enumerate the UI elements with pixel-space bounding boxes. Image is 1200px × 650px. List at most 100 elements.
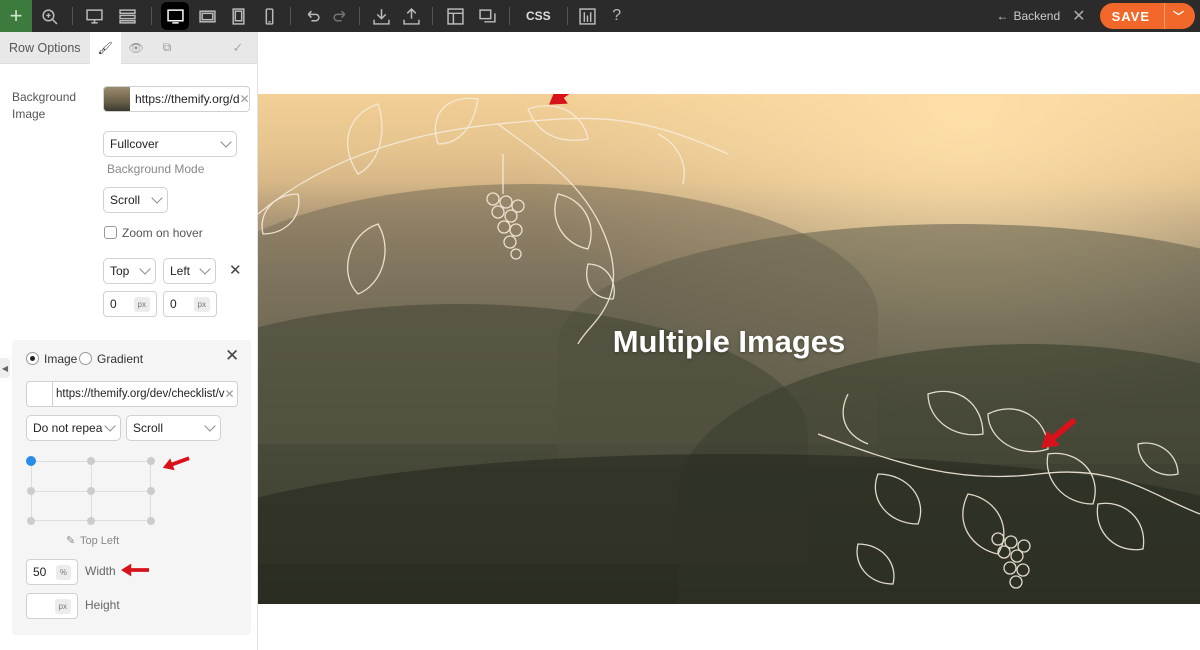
- position-dot-bottom-center[interactable]: [87, 517, 95, 525]
- chevron-down-icon: [199, 263, 211, 275]
- offset-y-input[interactable]: 0 px: [163, 291, 217, 317]
- image-radio[interactable]: [26, 352, 39, 365]
- zoom-icon[interactable]: [32, 0, 66, 32]
- brush-icon[interactable]: 🖌: [89, 31, 121, 64]
- toolbar-right: ← Backend ✕ SAVE ﹀: [996, 0, 1200, 32]
- layers-icon[interactable]: [109, 0, 145, 32]
- import-icon[interactable]: [366, 0, 396, 32]
- save-button[interactable]: SAVE ﹀: [1099, 3, 1195, 29]
- width-input[interactable]: 50%: [26, 559, 78, 585]
- zoom-on-hover-label: Zoom on hover: [122, 226, 203, 240]
- panel-tabs: Row Options 🖌 👁 ⧉ ✓: [0, 31, 257, 64]
- duplicate-icon[interactable]: [471, 0, 503, 32]
- repeat-value: Do not repea: [33, 421, 103, 435]
- position-dot-top-center[interactable]: [87, 457, 95, 465]
- backend-link[interactable]: ← Backend: [996, 9, 1060, 23]
- position-dot-center[interactable]: [87, 487, 95, 495]
- row-heading[interactable]: Multiple Images: [258, 324, 1200, 360]
- add-module-button[interactable]: +: [0, 0, 32, 32]
- repeat-select[interactable]: Do not repea: [26, 415, 121, 441]
- position-label: Top Left: [80, 535, 120, 547]
- close-icon[interactable]: ✕: [225, 347, 239, 364]
- height-unit: px: [54, 598, 71, 614]
- toolbar-divider: [151, 7, 152, 25]
- grapevine-decoration-bottom: [818, 390, 1200, 589]
- scroll-value: Scroll: [110, 193, 141, 207]
- position-horizontal-value: Left: [170, 264, 191, 278]
- width-unit: %: [55, 564, 71, 580]
- position-vertical-value: Top: [110, 264, 130, 278]
- scroll-select[interactable]: Scroll: [103, 187, 168, 213]
- position-dot-bottom-left[interactable]: [27, 517, 35, 525]
- height-input[interactable]: px: [26, 593, 78, 619]
- attachment-select[interactable]: Scroll: [126, 415, 221, 441]
- position-dot-bottom-right[interactable]: [147, 517, 155, 525]
- offset-x-input[interactable]: 0 px: [103, 291, 157, 317]
- undo-icon[interactable]: [297, 0, 327, 32]
- position-dot-top-right[interactable]: [147, 457, 155, 465]
- toolbar-divider: [72, 7, 73, 25]
- additional-image-url-text: https://themify.org/dev/checklist/v: [56, 388, 225, 400]
- help-icon[interactable]: ?: [602, 0, 632, 32]
- animation-icon[interactable]: ⧉: [152, 32, 183, 64]
- image-url-text: https://themify.org/d: [135, 92, 240, 106]
- gradient-radio-label: Gradient: [97, 352, 144, 366]
- export-icon[interactable]: [396, 0, 426, 32]
- redo-icon[interactable]: [327, 0, 353, 32]
- tablet-landscape-icon[interactable]: [192, 0, 222, 32]
- additional-image-url-input[interactable]: https://themify.org/dev/checklist/v ✕: [26, 381, 238, 407]
- tab-row-options[interactable]: Row Options: [0, 32, 90, 64]
- chevron-down-icon[interactable]: ﹀: [1164, 3, 1195, 29]
- position-dot-center-left[interactable]: [27, 487, 35, 495]
- toolbar-divider: [509, 7, 510, 25]
- background-image-label: Background Image: [12, 90, 77, 121]
- grapevine-decoration-top: [258, 97, 729, 345]
- arrow-left-icon: ←: [996, 9, 1009, 23]
- mobile-icon[interactable]: [254, 0, 284, 32]
- background-mode-caption: Background Mode: [107, 162, 205, 176]
- row-preview-canvas[interactable]: Multiple Images: [258, 94, 1200, 604]
- unit-label: px: [133, 296, 150, 312]
- position-vertical-select[interactable]: Top: [103, 258, 156, 284]
- collapse-panel-handle[interactable]: ◀: [0, 358, 10, 378]
- width-label: Width: [85, 564, 116, 578]
- tablet-portrait-icon[interactable]: [222, 0, 254, 32]
- chevron-down-icon: [220, 136, 232, 148]
- eye-icon[interactable]: 👁: [121, 32, 152, 64]
- toolbar-divider: [290, 7, 291, 25]
- save-label: SAVE: [1111, 8, 1150, 24]
- toolbar-divider: [432, 7, 433, 25]
- chevron-down-icon: [104, 420, 117, 432]
- clear-icon[interactable]: ✕: [240, 92, 250, 106]
- background-mode-select[interactable]: Fullcover: [103, 131, 237, 157]
- red-arrow-annotation: [121, 563, 149, 577]
- image-radio-label: Image: [44, 352, 78, 366]
- desktop-breakpoint-icon[interactable]: [161, 2, 189, 30]
- revisions-icon[interactable]: [574, 0, 602, 32]
- pencil-icon: ✎: [66, 535, 76, 547]
- width-value: 50: [33, 565, 47, 579]
- height-label: Height: [85, 598, 120, 612]
- desktop-preview-icon[interactable]: [79, 0, 109, 32]
- unit-label: px: [193, 296, 210, 312]
- position-horizontal-select[interactable]: Left: [163, 258, 216, 284]
- position-dot-top-left[interactable]: [26, 456, 36, 466]
- close-icon[interactable]: ✕: [229, 262, 242, 279]
- clear-icon[interactable]: ✕: [225, 387, 235, 401]
- layout-icon[interactable]: [439, 0, 471, 32]
- close-icon[interactable]: ✕: [1072, 6, 1085, 26]
- position-dot-center-right[interactable]: [147, 487, 155, 495]
- chevron-down-icon: [204, 420, 216, 432]
- background-mode-value: Fullcover: [110, 137, 159, 151]
- gradient-radio[interactable]: [79, 352, 92, 365]
- check-icon[interactable]: ✓: [219, 40, 257, 56]
- offset-y-value: 0: [170, 297, 177, 311]
- css-button[interactable]: CSS: [516, 0, 561, 32]
- zoom-on-hover-checkbox[interactable]: [104, 226, 117, 239]
- image-thumbnail: [104, 87, 130, 111]
- chevron-down-icon: [151, 192, 163, 204]
- top-toolbar: + CSS ? ← Backend ✕ SAVE ﹀: [0, 0, 1200, 32]
- toolbar-divider: [566, 7, 568, 25]
- chevron-down-icon: [139, 263, 151, 275]
- background-image-url-input[interactable]: https://themify.org/d ✕: [103, 86, 250, 112]
